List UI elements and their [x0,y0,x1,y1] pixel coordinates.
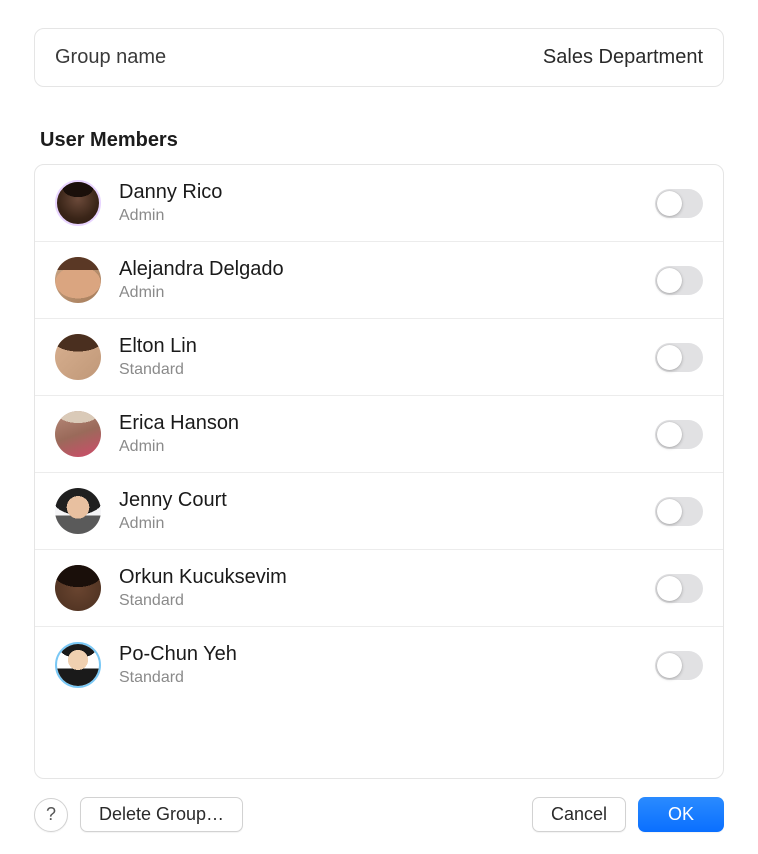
member-toggle[interactable] [655,420,703,449]
list-item: Po-Chun Yeh Standard [35,627,723,703]
avatar [55,488,101,534]
dialog-footer: ? Delete Group… Cancel OK [34,779,724,854]
member-toggle[interactable] [655,343,703,372]
member-name: Danny Rico [119,180,655,204]
list-item: Orkun Kucuksevim Standard [35,550,723,627]
member-role: Admin [119,206,655,225]
member-info: Po-Chun Yeh Standard [119,642,655,687]
avatar [55,334,101,380]
avatar [55,257,101,303]
member-role: Admin [119,437,655,456]
user-members-list: Danny Rico Admin Alejandra Delgado Admin… [34,164,724,779]
member-info: Erica Hanson Admin [119,411,655,456]
user-members-heading: User Members [34,129,724,152]
ok-button[interactable]: OK [638,797,724,832]
list-item: Alejandra Delgado Admin [35,242,723,319]
list-item: Danny Rico Admin [35,165,723,242]
member-toggle[interactable] [655,497,703,526]
member-role: Admin [119,283,655,302]
delete-group-button[interactable]: Delete Group… [80,797,243,832]
group-name-value: Sales Department [543,46,703,69]
member-name: Jenny Court [119,488,655,512]
list-item: Elton Lin Standard [35,319,723,396]
help-button[interactable]: ? [34,798,68,832]
member-role: Standard [119,360,655,379]
list-item: Erica Hanson Admin [35,396,723,473]
member-role: Standard [119,668,655,687]
member-info: Elton Lin Standard [119,334,655,379]
member-info: Jenny Court Admin [119,488,655,533]
avatar [55,180,101,226]
member-name: Orkun Kucuksevim [119,565,655,589]
avatar [55,642,101,688]
member-name: Erica Hanson [119,411,655,435]
member-toggle[interactable] [655,651,703,680]
member-info: Orkun Kucuksevim Standard [119,565,655,610]
member-toggle[interactable] [655,189,703,218]
group-settings-dialog: Group name Sales Department User Members… [0,0,758,854]
member-role: Standard [119,591,655,610]
group-name-label: Group name [55,46,166,69]
member-toggle[interactable] [655,574,703,603]
member-name: Po-Chun Yeh [119,642,655,666]
member-info: Alejandra Delgado Admin [119,257,655,302]
member-toggle[interactable] [655,266,703,295]
member-name: Elton Lin [119,334,655,358]
avatar [55,411,101,457]
member-name: Alejandra Delgado [119,257,655,281]
cancel-button[interactable]: Cancel [532,797,626,832]
list-item: Jenny Court Admin [35,473,723,550]
member-role: Admin [119,514,655,533]
member-info: Danny Rico Admin [119,180,655,225]
avatar [55,565,101,611]
group-name-field[interactable]: Group name Sales Department [34,28,724,87]
